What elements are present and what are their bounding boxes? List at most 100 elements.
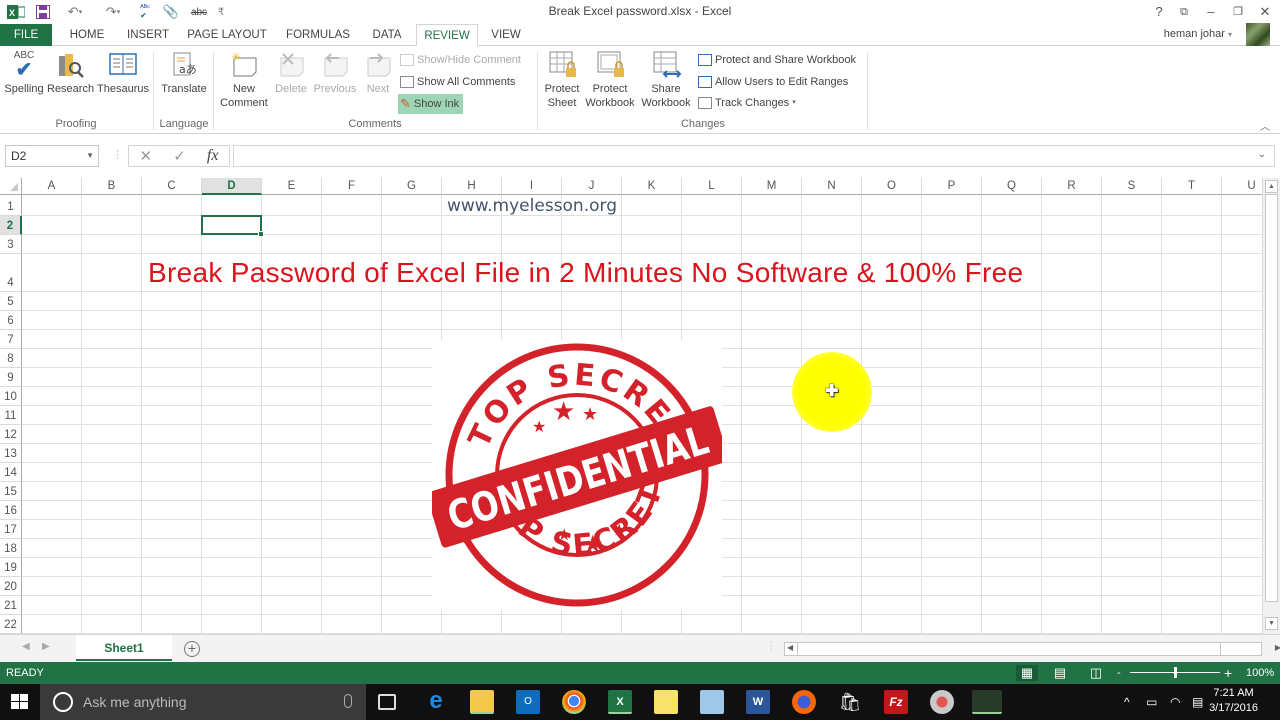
row-header-18[interactable]: 18 — [0, 539, 22, 558]
column-header-h[interactable]: H — [442, 178, 502, 195]
column-header-d[interactable]: D — [202, 178, 262, 195]
outlook-icon[interactable]: O — [516, 690, 540, 714]
cancel-icon[interactable]: ✕ — [140, 147, 153, 165]
name-box-dropdown-icon[interactable]: ▼ — [86, 146, 94, 166]
column-header-l[interactable]: L — [682, 178, 742, 195]
column-header-u[interactable]: U — [1222, 178, 1262, 195]
undo-icon[interactable]: ↶ ▾ — [60, 3, 90, 21]
strikethrough-icon[interactable]: abc — [190, 3, 208, 21]
column-header-i[interactable]: I — [502, 178, 562, 195]
collapse-ribbon-icon[interactable]: ︿ — [1260, 118, 1270, 133]
new-comment-button[interactable]: ✳ New Comment — [218, 50, 270, 110]
notepad-icon[interactable] — [700, 690, 724, 714]
next-comment-button[interactable]: Next — [360, 50, 396, 96]
wifi-icon[interactable]: ◠ — [1170, 695, 1180, 709]
vertical-scrollbar[interactable]: ▲ ▼ — [1262, 178, 1280, 634]
save-icon[interactable] — [34, 3, 52, 21]
thesaurus-button[interactable]: Thesaurus — [95, 50, 151, 96]
column-header-k[interactable]: K — [622, 178, 682, 195]
snipping-tool-icon[interactable] — [930, 690, 954, 714]
row-header-4[interactable]: 4 — [0, 254, 22, 292]
protect-sheet-button[interactable]: Protect Sheet — [540, 50, 584, 110]
show-all-comments-button[interactable]: Show All Comments — [400, 73, 515, 91]
tab-view[interactable]: VIEW — [484, 24, 528, 46]
row-header-14[interactable]: 14 — [0, 463, 22, 482]
track-changes-button[interactable]: Track Changes ▾ — [698, 94, 796, 112]
redo-icon[interactable]: ↷ ▾ — [98, 3, 128, 21]
enter-icon[interactable]: ✓ — [173, 147, 186, 165]
row-header-15[interactable]: 15 — [0, 482, 22, 501]
vertical-scroll-thumb[interactable] — [1265, 194, 1278, 602]
row-header-2[interactable]: 2 — [0, 216, 22, 235]
restore-button[interactable]: ❐ — [1224, 2, 1252, 22]
show-hide-comment-button[interactable]: Show/Hide Comment — [400, 51, 521, 69]
minimize-button[interactable]: – — [1197, 2, 1225, 22]
selected-cell[interactable] — [201, 215, 264, 237]
sheet-prev-icon[interactable]: ◀ — [22, 641, 30, 652]
expand-formula-bar-icon[interactable]: ⌄ — [1258, 149, 1266, 160]
column-header-p[interactable]: P — [922, 178, 982, 195]
attach-icon[interactable]: 📎 — [162, 3, 180, 21]
row-header-8[interactable]: 8 — [0, 349, 22, 368]
microphone-icon[interactable] — [344, 694, 352, 708]
column-header-a[interactable]: A — [22, 178, 82, 195]
scroll-up-button[interactable]: ▲ — [1265, 180, 1278, 193]
row-header-12[interactable]: 12 — [0, 425, 22, 444]
user-name[interactable]: heman johar ▾ — [1164, 28, 1232, 40]
column-header-s[interactable]: S — [1102, 178, 1162, 195]
zoom-level[interactable]: 100% — [1246, 662, 1274, 684]
sheet-tab-sheet1[interactable]: Sheet1 — [76, 635, 172, 661]
row-header-13[interactable]: 13 — [0, 444, 22, 463]
excel-taskbar-icon[interactable]: X — [608, 690, 632, 714]
row-header-7[interactable]: 7 — [0, 330, 22, 349]
file-explorer-icon[interactable] — [470, 690, 494, 714]
word-icon[interactable]: W — [746, 690, 770, 714]
column-header-r[interactable]: R — [1042, 178, 1102, 195]
previous-comment-button[interactable]: Previous — [312, 50, 358, 96]
column-header-q[interactable]: Q — [982, 178, 1042, 195]
windows-start-icon[interactable] — [10, 693, 30, 711]
confidential-stamp-image[interactable]: TOP SECRET TOP SECRET ★ ★ ★ ★ ★ ★ CONFID… — [426, 340, 729, 610]
scroll-left-button[interactable]: ◀ — [787, 643, 793, 652]
row-header-6[interactable]: 6 — [0, 311, 22, 330]
show-ink-button[interactable]: ✎ Show Ink — [398, 94, 464, 114]
row-header-1[interactable]: 1 — [0, 195, 22, 216]
running-app-icon[interactable] — [972, 690, 1002, 714]
fill-handle[interactable] — [258, 231, 264, 237]
translate-button[interactable]: aあ Translate — [158, 50, 210, 96]
tab-file[interactable]: FILE — [0, 24, 52, 46]
horizontal-scroll-thumb[interactable] — [797, 643, 1221, 655]
row-header-3[interactable]: 3 — [0, 235, 22, 254]
taskbar-clock[interactable]: 7:21 AM 3/17/2016 — [1209, 686, 1258, 716]
tab-home[interactable]: HOME — [60, 24, 114, 46]
tab-review[interactable]: REVIEW — [416, 24, 478, 47]
row-header-5[interactable]: 5 — [0, 292, 22, 311]
page-layout-view-icon[interactable]: ▤ — [1052, 665, 1068, 681]
firefox-icon[interactable] — [792, 690, 816, 714]
tab-data[interactable]: DATA — [364, 24, 410, 46]
tab-formulas[interactable]: FORMULAS — [282, 24, 354, 46]
battery-icon[interactable]: ▭ — [1146, 695, 1157, 709]
column-header-t[interactable]: T — [1162, 178, 1222, 195]
scroll-right-button[interactable]: ▶ — [1275, 643, 1280, 652]
protect-share-workbook-button[interactable]: Protect and Share Workbook — [698, 51, 856, 69]
column-header-o[interactable]: O — [862, 178, 922, 195]
research-button[interactable]: Research — [47, 50, 94, 96]
edge-icon[interactable]: e — [424, 689, 448, 714]
tab-insert[interactable]: INSERT — [122, 24, 174, 46]
sheet-next-icon[interactable]: ▶ — [42, 641, 50, 652]
insert-function-icon[interactable]: fx — [207, 147, 219, 165]
zoom-slider[interactable] — [1130, 667, 1220, 678]
chrome-icon[interactable] — [562, 690, 586, 714]
row-header-20[interactable]: 20 — [0, 577, 22, 596]
select-all-button[interactable] — [0, 178, 22, 195]
help-button[interactable]: ? — [1145, 2, 1173, 22]
column-header-b[interactable]: B — [82, 178, 142, 195]
cell-h1-website[interactable]: www.myelesson.org — [447, 196, 617, 216]
column-header-e[interactable]: E — [262, 178, 322, 195]
cell-c4-headline[interactable]: Break Password of Excel File in 2 Minute… — [148, 257, 1023, 289]
cortana-search-box[interactable]: Ask me anything — [40, 684, 366, 720]
normal-view-icon[interactable]: ▦ — [1016, 665, 1038, 681]
sticky-notes-icon[interactable] — [654, 690, 678, 714]
formula-input[interactable]: ⌄ — [233, 145, 1275, 167]
